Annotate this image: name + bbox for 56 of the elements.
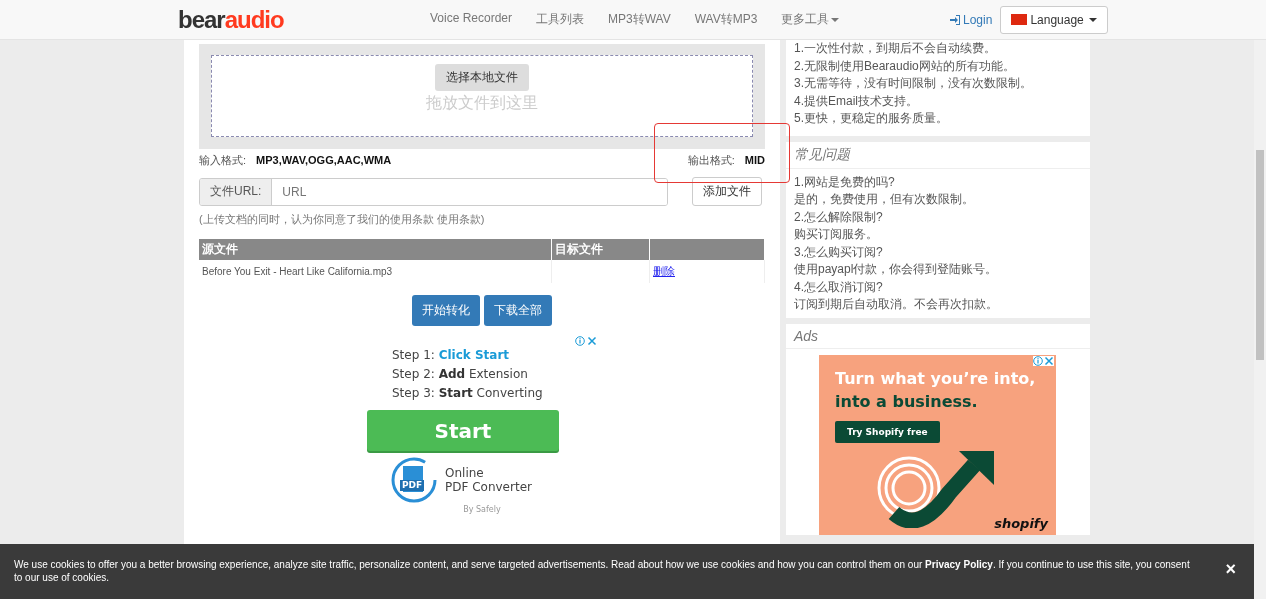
faq-answer: 使用payapl付款，你会得到登陆账号。 [794,261,999,278]
product-name: Online [445,466,485,480]
info-icon[interactable] [1033,355,1043,366]
benefit-text: 2.无限制使用Bearaudio网站的所有功能。 [794,57,1016,75]
nav-link[interactable]: 更多工具 [781,7,840,32]
url-field[interactable]: 文件URL: URL [199,177,668,206]
step-text: Step 3: Start Converting [392,386,544,400]
terms-note: (上传文档的同时，认为你同意了我们的使用条款 使用条款) [199,212,486,227]
nav-link[interactable]: 工具列表 [536,7,585,32]
ad-headline: Turn what you’re into, [835,368,1037,388]
faq-question: 4.怎么取消订阅? [794,278,884,296]
delete-link[interactable]: 删除 [653,265,675,277]
nav-link[interactable]: MP3转WAV [608,7,671,32]
sign-in-icon [950,14,960,25]
close-icon[interactable] [587,336,597,346]
shop-ad[interactable]: Turn what you’re into, into a business. Try Shopify free shopify [819,354,1056,535]
choose-file-button[interactable]: 选择本地文件 [435,64,529,91]
benefit-text: 4.提供Email技术支持。 [794,92,919,110]
pdf-label: PDF [400,480,425,491]
ads-title: Ads [786,323,1090,349]
table-cell: Before You Exit - Heart Like California.mp3 [199,260,551,283]
close-icon[interactable] [1044,355,1054,366]
output-format: 输出格式: MID [687,153,765,168]
step-text: Step 2: Add Extension [392,367,529,381]
benefit-text: 3.无需等待，没有时间限制，没有次数限制。 [794,75,1033,92]
ad-headline: into a business. [835,391,979,411]
brand-name: shopify [994,515,1048,531]
action-button[interactable]: 下载全部 [484,295,552,326]
faq-title: 常见问题 [786,141,1090,169]
scrollbar[interactable] [1254,40,1266,599]
input-format: 输入格式: MP3,WAV,OGG,AAC,WMA [199,153,392,168]
logo[interactable]: bearaudio [178,5,430,34]
nav-link[interactable]: Voice Recorder [430,7,513,32]
product-name: PDF Converter [445,480,532,494]
faq-answer: 购买订阅服务。 [794,226,879,243]
action-button[interactable]: 开始转化 [412,295,480,326]
faq-answer: 是的，免费使用，但有次数限制。 [794,191,975,208]
login-link[interactable]: Login [950,12,993,27]
add-file-button[interactable]: 添加文件 [692,177,762,206]
step-text: Step 1: Click Start [392,348,511,362]
cta-button[interactable]: Try Shopify free [835,420,940,443]
column-header: 源文件 [199,239,551,260]
column-header: 目标文件 [551,239,650,260]
faq-answer: 订阅到期后自动取消。不会再次扣款。 [794,296,999,313]
faq-question: 3.怎么购买订阅? [794,243,884,261]
benefit-text: 1.一次性付款，到期后不会自动续费。 [794,40,997,57]
benefit-text: 5.更快，更稳定的服务质量。 [794,110,949,127]
faq-question: 2.怎么解除限制? [794,208,884,226]
ad-credit: By Safely [462,505,502,514]
flag-icon [1011,14,1028,25]
info-icon[interactable] [575,336,585,346]
close-button[interactable]: × [1219,558,1242,581]
language-dropdown[interactable]: Language [1000,5,1108,34]
nav-link[interactable]: WAV转MP3 [694,7,758,32]
cookie-text: We use cookies to offer you a better browsing experience, analyze site traffic, personalize content, and serve targeted advertisements. Read about how we use cookies and how you can control them on our Privacy Policy. If you continue to use this site, you consent to our use of cookies. [14,559,1190,583]
faq-question: 1.网站是免费的吗? [794,173,896,191]
